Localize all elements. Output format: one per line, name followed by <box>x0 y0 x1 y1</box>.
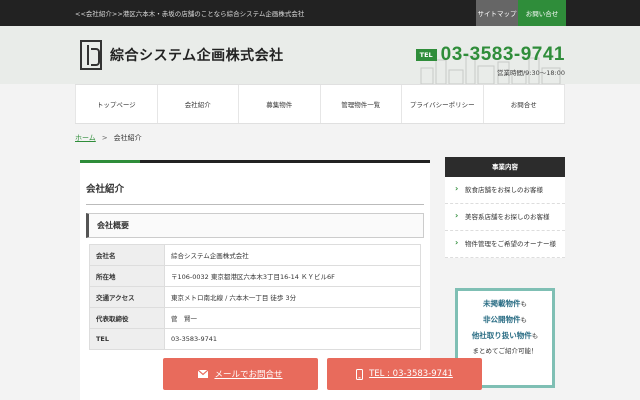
table-row: 会社名 綜合システム企画株式会社 <box>89 244 421 266</box>
page-title: 会社紹介 <box>86 181 424 205</box>
company-name: 綜合システム企画株式会社 <box>110 48 284 64</box>
site-header: 綜合システム企画株式会社 TEL 03-3583-9741 営業時間/9:30〜… <box>0 26 640 84</box>
phone-button-label: TEL : 03-3583-9741 <box>369 369 453 379</box>
logo-mark-icon <box>80 40 102 70</box>
nav-item-top[interactable]: トップページ <box>75 85 158 123</box>
title-accent-bar <box>80 160 430 163</box>
top-links: サイトマップ お問い合せ <box>476 0 566 26</box>
sidebar-item-management[interactable]: 物件管理をご希望のオーナー様 <box>445 231 565 258</box>
breadcrumb: ホーム > 会社紹介 <box>75 133 142 143</box>
nav-item-privacy[interactable]: プライバシーポリシー <box>402 85 484 123</box>
sidebar: 事業内容 飲食店舗をお探しのお客様 美容系店舗をお探しのお客様 物件管理をご希望… <box>445 157 565 258</box>
table-row: 代表取締役菅 賢一 <box>89 307 421 329</box>
table-row: TEL 03-3583-9741 <box>89 328 421 350</box>
promo-line-3: 他社取り扱い物件 <box>471 331 532 340</box>
contact-link[interactable]: お問い合せ <box>518 0 566 26</box>
row-key: 所在地 <box>89 265 165 287</box>
tel-number[interactable]: 03-3583-9741 <box>441 44 565 66</box>
promo-line-2: 非公開物件 <box>483 315 521 324</box>
mail-contact-button[interactable]: メールでお問合せ <box>163 358 318 390</box>
nav-item-company[interactable]: 会社紹介 <box>158 85 239 123</box>
row-key: 交通アクセス <box>89 286 165 308</box>
row-key: 代表取締役 <box>89 307 165 329</box>
row-value: 菅 賢一 <box>164 307 421 329</box>
breadcrumb-separator: > <box>101 134 108 142</box>
tel-badge: TEL <box>415 49 437 61</box>
nav-item-managed[interactable]: 管理物件一覧 <box>321 85 402 123</box>
promo-suffix-1: も <box>520 300 528 308</box>
sidebar-item-beauty[interactable]: 美容系店舗をお探しのお客様 <box>445 204 565 231</box>
breadcrumb-current: 会社紹介 <box>113 134 142 142</box>
breadcrumb-home[interactable]: ホーム <box>75 134 96 142</box>
promo-suffix-2: も <box>520 316 528 324</box>
nav-item-contact[interactable]: お問合せ <box>484 85 565 123</box>
table-row: 交通アクセス 東京メトロ南北線 / 六本木一丁目 徒歩 3分 <box>89 286 421 308</box>
row-key: TEL <box>89 328 165 350</box>
business-hours: 営業時間/9:30〜18:00 <box>496 69 565 77</box>
company-logo[interactable]: 綜合システム企画株式会社 <box>80 40 284 70</box>
row-value: 〒106-0032 東京都港区六本木3丁目16-14 ＫＹビル6F <box>164 265 421 287</box>
sitemap-link[interactable]: サイトマップ <box>476 0 518 26</box>
global-nav: トップページ 会社紹介 募集物件 管理物件一覧 プライバシーポリシー お問合せ <box>75 84 565 124</box>
phone-contact-button[interactable]: TEL : 03-3583-9741 <box>327 358 482 390</box>
section-heading: 会社概要 <box>86 213 424 238</box>
nav-item-listings[interactable]: 募集物件 <box>239 85 321 123</box>
promo-suffix-3: も <box>531 332 539 340</box>
sidebar-item-restaurant[interactable]: 飲食店舗をお探しのお客様 <box>445 177 565 204</box>
row-value: 03-3583-9741 <box>164 328 421 350</box>
mail-button-label: メールでお問合せ <box>214 370 283 380</box>
sidebar-title: 事業内容 <box>445 157 565 177</box>
company-info-table: 会社名 綜合システム企画株式会社 所在地 〒106-0032 東京都港区六本木3丁目… <box>89 244 421 350</box>
row-key: 会社名 <box>89 244 165 266</box>
promo-line-4: まとめてご紹介可能！ <box>472 347 538 355</box>
top-bar: <<会社紹介>>港区六本木・赤坂の店舗のことなら綜合システム企画株式会社 サイト… <box>0 0 640 26</box>
mail-icon <box>198 370 209 378</box>
table-row: 所在地 〒106-0032 東京都港区六本木3丁目16-14 ＫＹビル6F <box>89 265 421 287</box>
phone-icon <box>356 368 364 380</box>
row-value: 綜合システム企画株式会社 <box>164 244 421 266</box>
sidebar-list: 飲食店舗をお探しのお客様 美容系店舗をお探しのお客様 物件管理をご希望のオーナー… <box>445 177 565 258</box>
top-tagline: <<会社紹介>>港区六本木・赤坂の店舗のことなら綜合システム企画株式会社 <box>75 10 305 18</box>
header-phone[interactable]: TEL 03-3583-9741 <box>415 44 565 66</box>
promo-line-1: 未掲載物件 <box>483 299 521 308</box>
row-value: 東京メトロ南北線 / 六本木一丁目 徒歩 3分 <box>164 286 421 308</box>
